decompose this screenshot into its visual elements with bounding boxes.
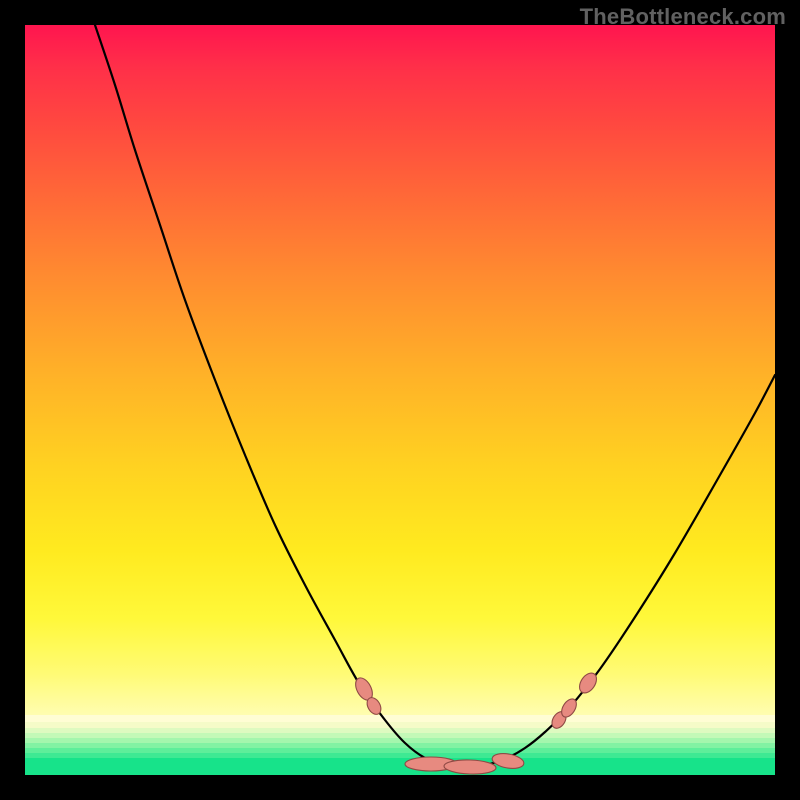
background-gradient-upper [25,25,775,715]
green-band [25,758,775,775]
chart-frame: TheBottleneck.com [0,0,800,800]
green-band [25,715,775,722]
plot-area [25,25,775,775]
watermark-text: TheBottleneck.com [580,4,786,30]
